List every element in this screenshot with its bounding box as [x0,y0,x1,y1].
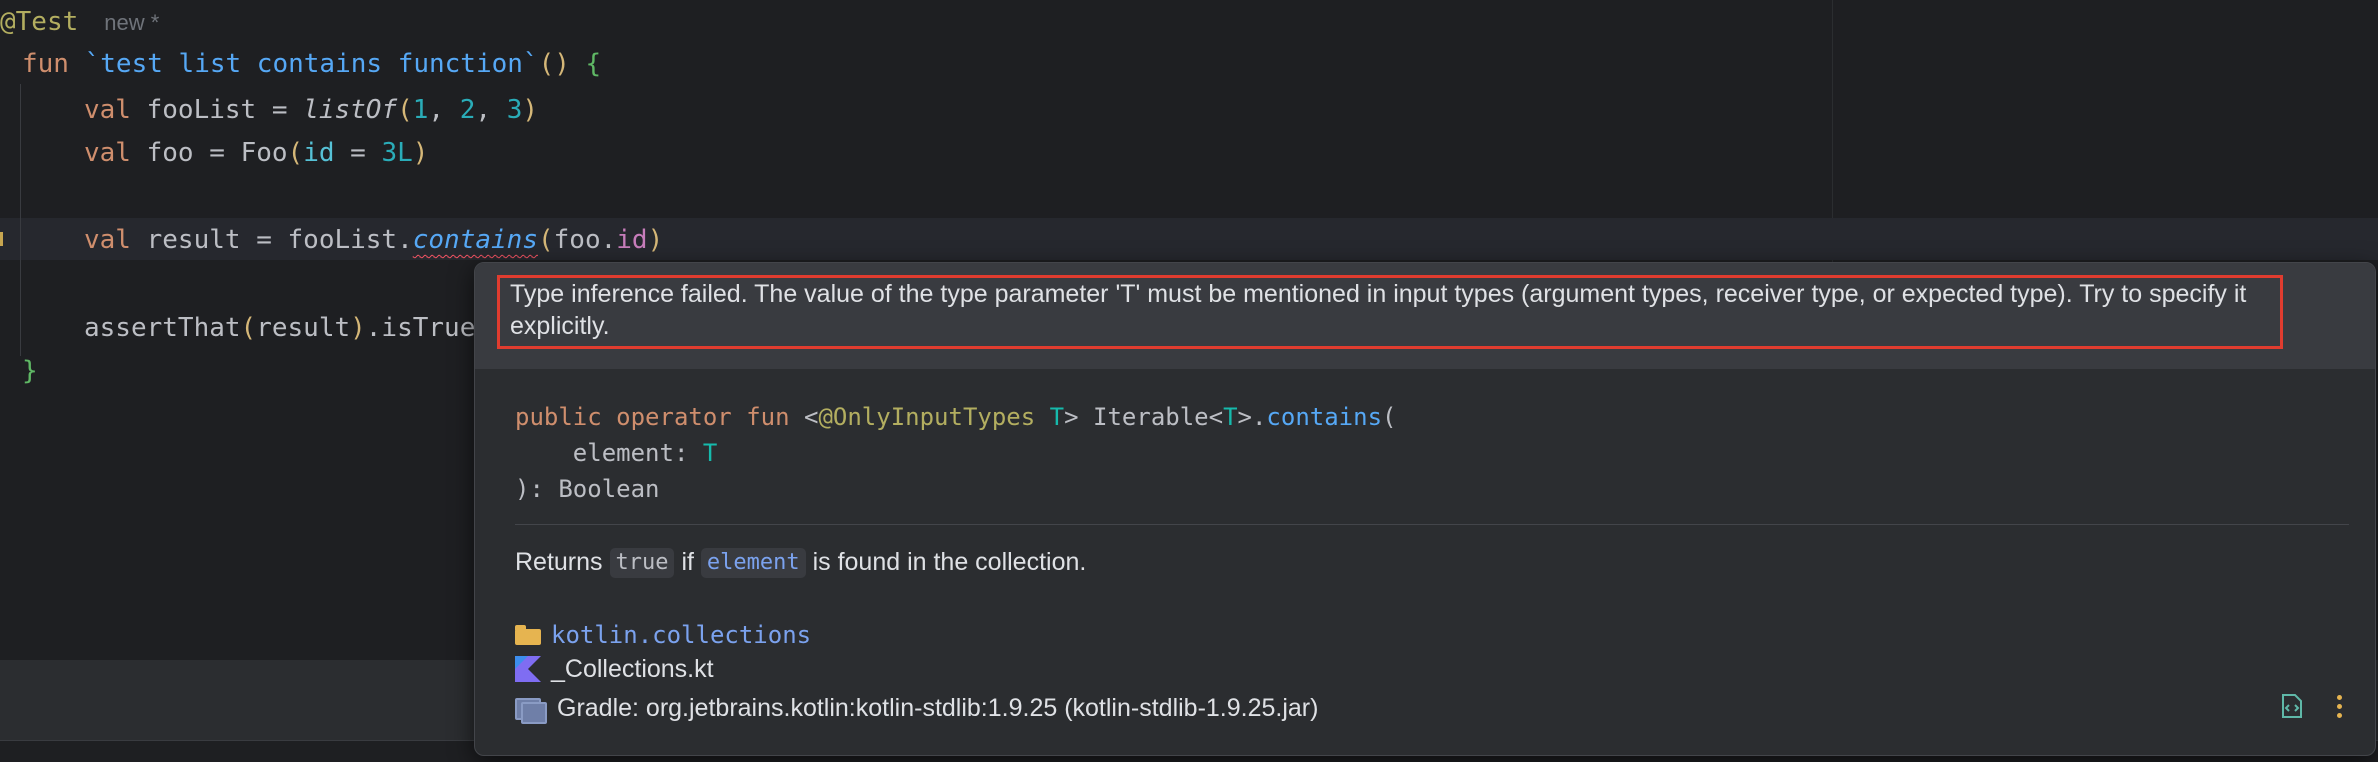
call-istrue: .isTrue [365,313,476,343]
call-foo: Foo [240,138,288,168]
receiver-foolist: fooList. [287,225,413,255]
file-name: _Collections.kt [551,655,714,683]
desc-text: is found in the collection. [812,548,1087,576]
sig-lt: < [804,403,819,431]
sig-open: ( [1382,403,1397,431]
desc-text: Returns [515,548,603,576]
error-message: Type inference failed. The value of the … [497,275,2283,349]
file-status-label: new * [104,10,160,35]
error-section: Type inference failed. The value of the … [475,263,2375,369]
keyword-val: val [84,138,131,168]
sig-return-type: Boolean [558,475,660,503]
paren: ( [287,138,304,168]
annotation-test: @Test [0,7,79,37]
paren: ) [350,313,366,343]
paren: ( [240,313,257,343]
fun-parens: () [538,49,570,79]
divider [515,524,2349,525]
code-line-2[interactable]: val foo = Foo(id = 3L) [84,131,428,175]
package-link[interactable]: kotlin.collections [551,618,811,652]
folder-icon [515,625,541,645]
indent-guide [20,84,21,356]
paren: ) [647,225,664,255]
close-brace: } [22,356,38,386]
code-chip-element[interactable]: element [700,548,806,579]
call-assertthat: assertThat [84,313,241,343]
paren: ) [412,138,429,168]
arg-result: result [256,313,351,343]
keyword-val: val [84,225,131,255]
code-line-3[interactable]: val result = fooList.contains(foo.id) [84,218,663,262]
function-name: `test list contains function` [84,49,539,79]
named-param: id [303,138,335,168]
function-signature: public operator fun <@OnlyInputTypes T> … [515,399,1396,507]
code-chip-true: true [609,548,675,579]
sig-param-name: element: [572,439,689,467]
call-listof: listOf [303,95,398,125]
sig-receiver-close: >. [1237,403,1267,431]
sig-function-name: contains [1266,403,1383,431]
arg-foo: foo. [553,225,617,255]
sig-gt: > [1064,403,1079,431]
edit-source-icon[interactable] [2279,693,2305,719]
package-row[interactable]: kotlin.collections [515,618,811,652]
paren: ( [537,225,554,255]
library-row: Gradle: org.jetbrains.kotlin:kotlin-stdl… [515,691,1318,725]
call-contains-error[interactable]: contains [413,225,538,255]
keyword-fun: fun [22,49,69,79]
code-line-fun[interactable]: fun `test list contains function`() { [22,42,601,86]
var-foolist: fooList [146,95,257,125]
keyword-val: val [84,95,131,125]
code-line-1[interactable]: val fooList = listOf(1, 2, 3) [84,88,538,132]
num-arg: 1 [412,95,429,125]
var-result: result [146,225,241,255]
gutter-warning-mark[interactable] [0,232,3,246]
file-row: _Collections.kt [515,652,714,686]
paren: ( [397,95,413,125]
open-brace: { [585,49,602,79]
library-icon [515,696,547,724]
sig-annotation: @OnlyInputTypes [818,403,1036,431]
sig-param-type: T [702,439,718,467]
equals: = [209,138,225,168]
kotlin-file-icon [515,656,541,682]
paren: ) [522,95,538,125]
sig-close: ): [515,475,544,503]
sig-type-param: T [1049,403,1065,431]
equals: = [256,225,272,255]
sig-receiver-t: T [1223,403,1238,431]
num-arg: 2 [459,95,476,125]
code-line-annotation[interactable]: @Test new * [0,0,159,44]
sig-receiver: Iterable< [1093,403,1224,431]
more-options-icon[interactable] [2335,694,2343,718]
var-foo: foo [146,138,194,168]
popup-actions [2279,693,2343,719]
num-arg: 3L [381,138,413,168]
library-name: Gradle: org.jetbrains.kotlin:kotlin-stdl… [557,694,1319,722]
prop-id: id [616,225,648,255]
num-arg: 3 [506,95,523,125]
quick-documentation-popup[interactable]: Type inference failed. The value of the … [474,262,2376,756]
code-line-4[interactable]: assertThat(result).isTrue [84,306,475,350]
equals: = [271,95,288,125]
description: Returns true if element is found in the … [515,541,1086,583]
desc-text: if [681,548,694,576]
code-line-close[interactable]: } [22,349,38,393]
sig-modifiers: public operator fun [515,403,790,431]
